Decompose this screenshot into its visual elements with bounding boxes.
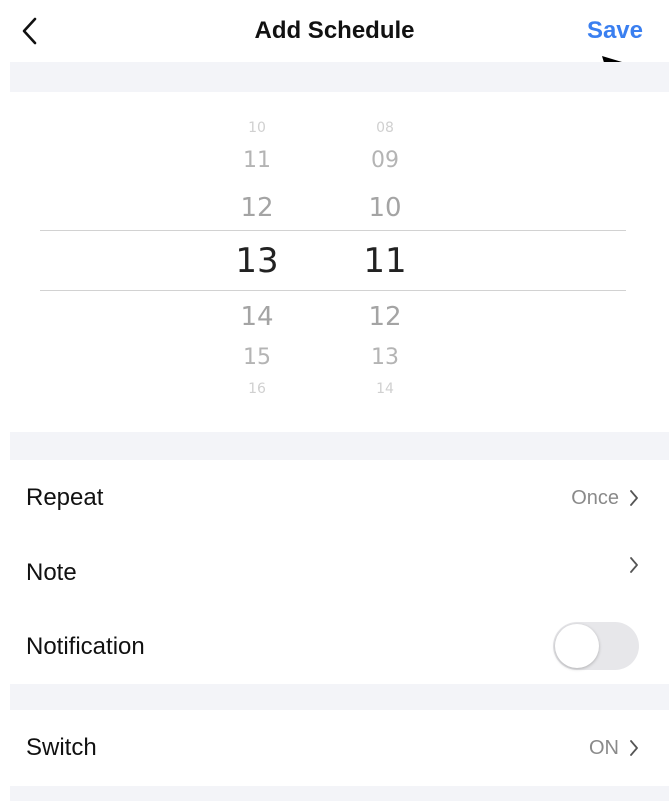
hour-option[interactable]: 12 xyxy=(212,191,302,225)
minute-option[interactable]: 14 xyxy=(340,381,430,397)
toggle-knob xyxy=(555,624,599,668)
repeat-value: Once xyxy=(571,487,619,509)
notification-toggle[interactable] xyxy=(553,622,639,670)
section-gap xyxy=(10,786,669,801)
repeat-value-group: Once xyxy=(571,481,639,515)
section-gap xyxy=(10,684,669,710)
minute-wheel[interactable]: 08 09 10 11 12 13 14 xyxy=(340,92,430,432)
minute-option[interactable]: 12 xyxy=(340,300,430,334)
switch-value-group: ON xyxy=(589,731,639,765)
repeat-row[interactable]: Repeat Once xyxy=(10,460,669,536)
notification-row: Notification xyxy=(10,610,669,684)
header: Add Schedule Save xyxy=(0,0,669,62)
time-picker[interactable]: 10 11 12 13 14 15 16 08 09 10 11 12 13 1… xyxy=(0,92,669,432)
hour-option[interactable]: 15 xyxy=(212,343,302,373)
switch-value: ON xyxy=(589,737,619,759)
minute-option[interactable]: 13 xyxy=(340,343,430,373)
chevron-right-icon xyxy=(630,490,638,506)
note-label: Note xyxy=(26,559,77,586)
hour-option[interactable]: 11 xyxy=(212,146,302,176)
notification-label: Notification xyxy=(26,633,145,660)
section-gap xyxy=(10,62,669,92)
note-value-group xyxy=(619,556,639,574)
section-gap xyxy=(10,432,669,460)
hour-wheel[interactable]: 10 11 12 13 14 15 16 xyxy=(212,92,302,432)
hour-selected[interactable]: 13 xyxy=(212,240,302,282)
chevron-right-icon xyxy=(630,557,638,573)
minute-selected[interactable]: 11 xyxy=(340,240,430,282)
minute-option[interactable]: 09 xyxy=(340,146,430,176)
minute-option[interactable]: 08 xyxy=(340,120,430,136)
save-button[interactable]: Save xyxy=(587,14,643,48)
switch-row[interactable]: Switch ON xyxy=(10,710,669,786)
hour-option[interactable]: 14 xyxy=(212,300,302,334)
page-title: Add Schedule xyxy=(254,17,415,44)
repeat-label: Repeat xyxy=(26,484,104,511)
chevron-right-icon xyxy=(630,740,638,756)
picker-selection-bottom-line xyxy=(40,290,626,291)
hour-option[interactable]: 16 xyxy=(212,381,302,397)
switch-label: Switch xyxy=(26,734,97,761)
picker-selection-top-line xyxy=(40,230,626,231)
minute-option[interactable]: 10 xyxy=(340,191,430,225)
note-row[interactable]: Note xyxy=(10,536,669,610)
hour-option[interactable]: 10 xyxy=(212,120,302,136)
